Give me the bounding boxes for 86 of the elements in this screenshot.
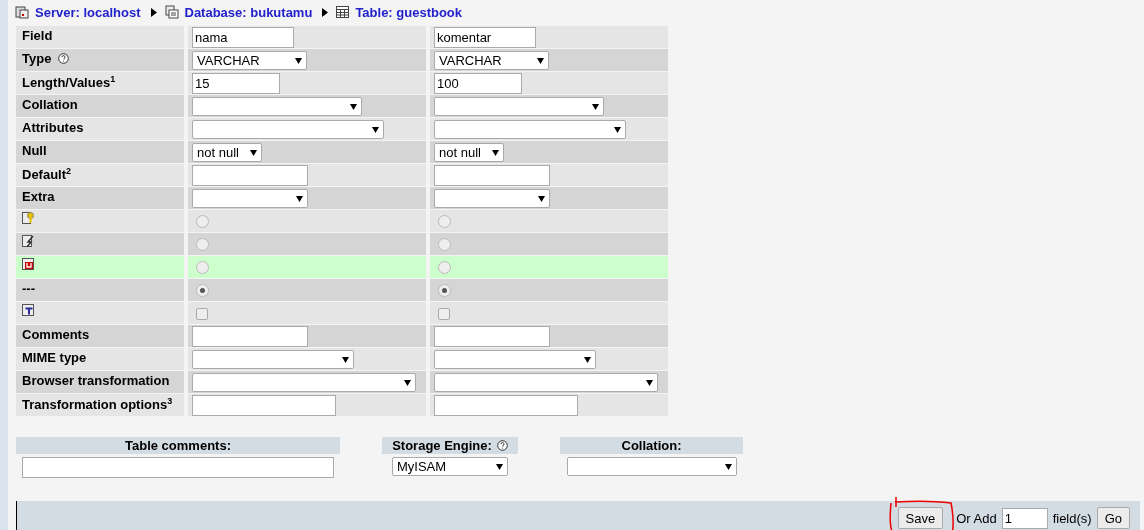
caret-icon	[250, 149, 257, 156]
table-icon	[336, 6, 350, 18]
caret-icon	[372, 126, 379, 133]
row-label: Null	[22, 143, 47, 158]
radio-button[interactable]	[196, 238, 209, 251]
text-field[interactable]: nama	[192, 27, 294, 48]
breadcrumb-link[interactable]: Server: localhost	[35, 4, 141, 20]
dropdown[interactable]: VARCHAR	[434, 51, 549, 70]
text-field[interactable]: 100	[434, 73, 522, 94]
row-label: Length/Values$^{1}$	[22, 75, 116, 90]
dropdown[interactable]	[192, 350, 354, 369]
text-field[interactable]	[192, 395, 336, 416]
dropdown[interactable]	[434, 373, 658, 392]
caret-icon	[404, 379, 411, 386]
caret-icon	[295, 57, 302, 64]
caret-icon	[724, 463, 732, 470]
dropdown[interactable]	[192, 189, 308, 208]
caret-icon	[584, 356, 591, 363]
row-label: Comments	[22, 327, 90, 342]
text-field[interactable]: 15	[192, 73, 280, 94]
dropdown[interactable]	[434, 120, 626, 139]
radio-button[interactable]	[196, 261, 209, 274]
row-label: Transformation options$^{3}$	[22, 397, 173, 412]
dropdown[interactable]	[192, 373, 416, 392]
text-field[interactable]	[192, 165, 308, 186]
text-field[interactable]: komentar	[434, 27, 536, 48]
or-add-text: Or Add	[956, 510, 997, 526]
breadcrumb-link[interactable]: Database: bukutamu	[184, 4, 313, 20]
table-comments-header: Table comments:	[16, 437, 340, 454]
row-label: MIME type	[22, 350, 87, 365]
caret-icon	[342, 356, 349, 363]
dropdown[interactable]: not null	[434, 143, 504, 162]
dropdown[interactable]: not null	[192, 143, 262, 162]
server-icon	[15, 5, 29, 19]
row-label: Type	[22, 51, 52, 66]
text-field[interactable]	[192, 326, 308, 347]
text-field[interactable]	[434, 165, 550, 186]
triangle-icon	[150, 7, 157, 17]
radio-button[interactable]	[196, 215, 209, 228]
storage-engine-label: Storage Engine:	[392, 437, 492, 454]
caret-icon	[496, 463, 503, 470]
caret-icon	[296, 195, 303, 202]
caret-icon	[350, 103, 357, 110]
caret-icon	[614, 126, 621, 133]
row-label: Default$^{2}$	[22, 167, 72, 182]
dropdown[interactable]	[192, 97, 362, 116]
database-icon	[164, 5, 179, 19]
caret-icon	[646, 379, 653, 386]
caret-icon	[537, 57, 544, 64]
save-button[interactable]: Save	[897, 507, 944, 529]
help-icon[interactable]	[496, 440, 508, 451]
radio-button[interactable]	[438, 238, 451, 251]
text-field[interactable]	[434, 395, 578, 416]
caret-icon	[492, 149, 499, 156]
row-label: ---	[22, 281, 35, 296]
go-button[interactable]: Go	[1096, 507, 1130, 529]
dropdown[interactable]	[434, 350, 596, 369]
radio-button[interactable]	[438, 284, 451, 297]
collation-header: Collation:	[560, 437, 743, 454]
collation-dropdown[interactable]	[566, 457, 737, 476]
row-label: Collation	[22, 97, 78, 112]
row-label: Extra	[22, 189, 55, 204]
checkbox[interactable]	[196, 307, 208, 320]
table-comments-field[interactable]	[22, 457, 334, 478]
row-label: Attributes	[22, 120, 84, 135]
dropdown[interactable]	[192, 120, 384, 139]
help-icon[interactable]	[58, 53, 69, 64]
dropdown[interactable]: VARCHAR	[192, 51, 307, 70]
lightning-icon	[22, 235, 34, 247]
field-count-field[interactable]: 1	[1001, 507, 1048, 529]
row-label: Browser transformation	[22, 373, 170, 388]
radio-button[interactable]	[438, 261, 451, 274]
text-field[interactable]	[434, 326, 550, 347]
checkbox[interactable]	[438, 307, 450, 320]
radio-button[interactable]	[196, 284, 209, 297]
dropdown[interactable]	[434, 97, 604, 116]
unique-icon	[22, 258, 34, 270]
fields-text: field(s)	[1052, 510, 1092, 526]
dropdown[interactable]	[434, 189, 550, 208]
radio-button[interactable]	[438, 215, 451, 228]
triangle-icon	[322, 7, 329, 17]
storage-engine-dropdown[interactable]: MyISAM	[392, 457, 508, 476]
row-label: Field	[22, 28, 53, 43]
caret-icon	[592, 103, 599, 110]
caret-icon	[538, 195, 545, 202]
breadcrumb-link[interactable]: Table: guestbook	[355, 4, 463, 20]
